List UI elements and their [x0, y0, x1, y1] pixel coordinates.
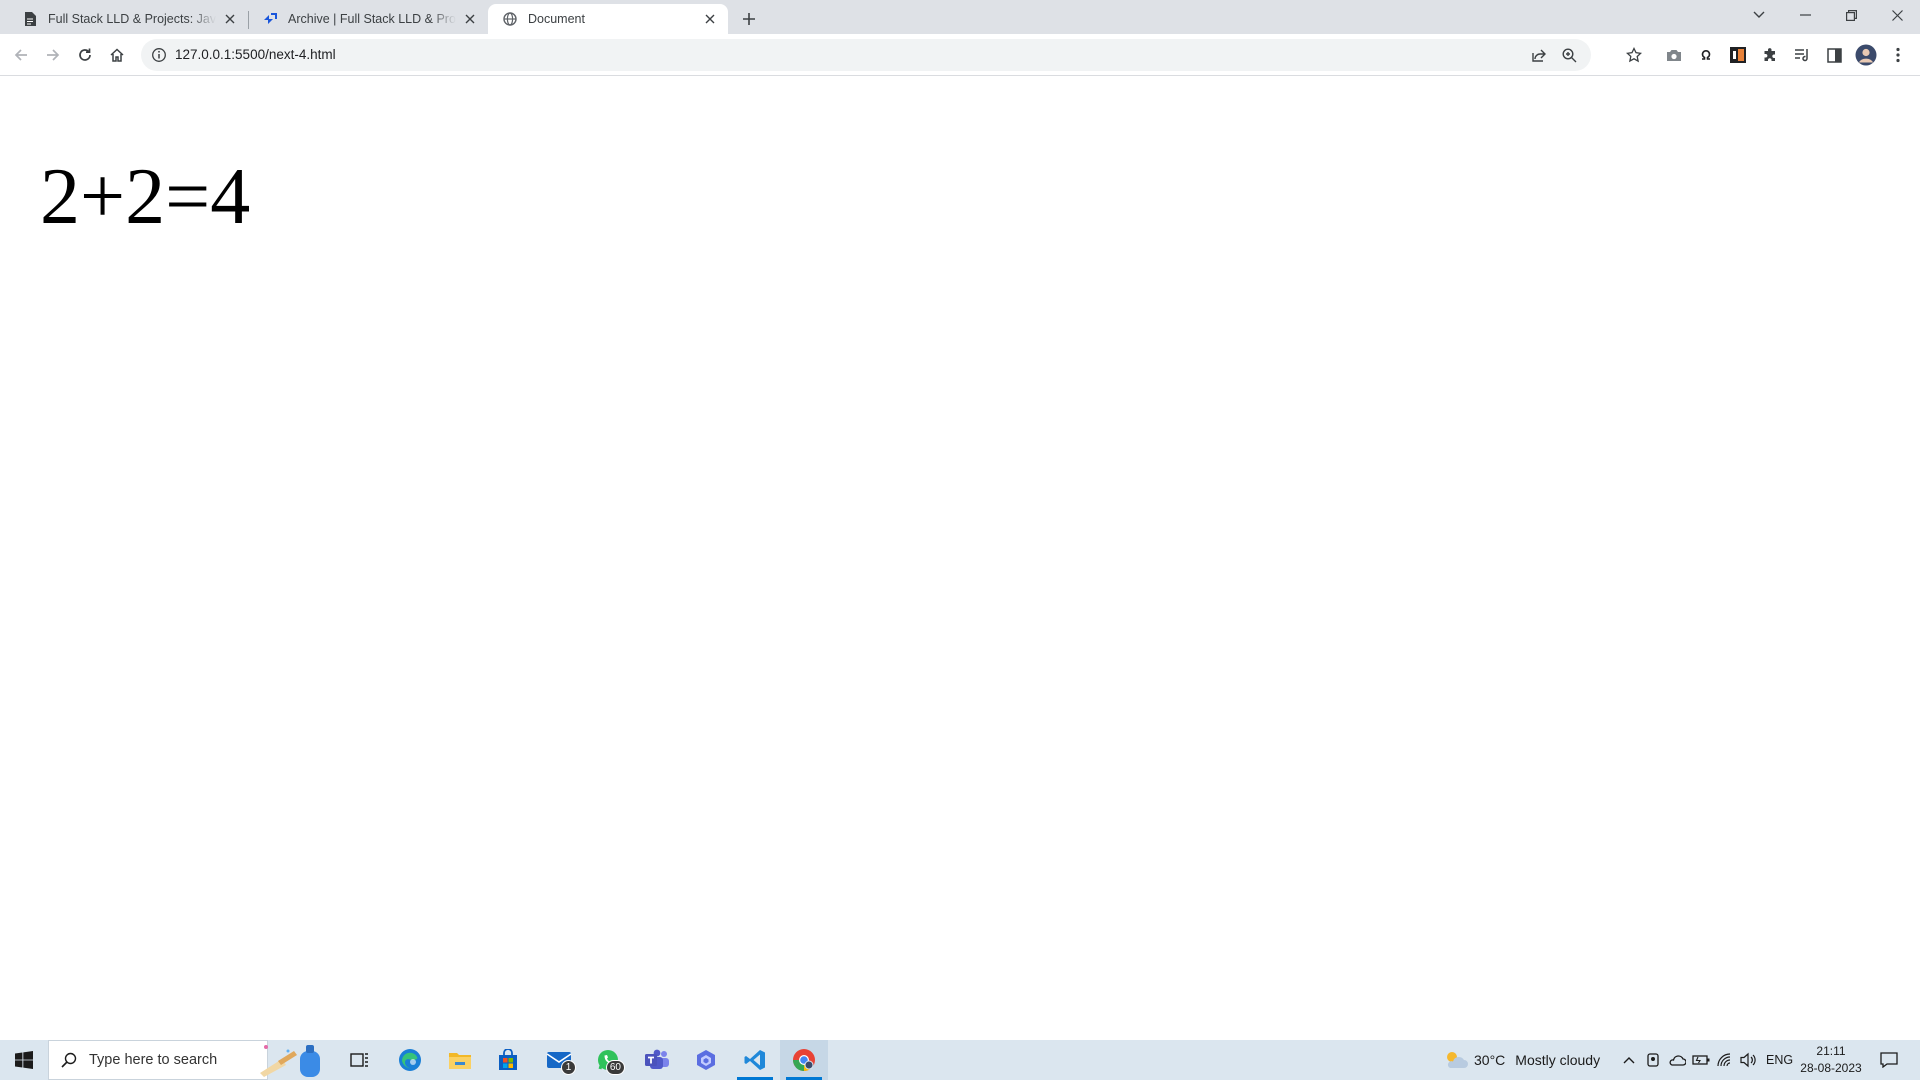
zoom-icon[interactable]: [1559, 45, 1579, 65]
side-panel-icon[interactable]: [1823, 44, 1845, 66]
search-placeholder: Type here to search: [89, 1052, 218, 1068]
mail-app-icon[interactable]: 1: [535, 1040, 583, 1080]
taskbar-clock[interactable]: 21:11 28-08-2023: [1796, 1043, 1866, 1077]
weather-description: Mostly cloudy: [1515, 1052, 1601, 1068]
profile-avatar[interactable]: [1855, 44, 1877, 66]
bookmark-star-icon[interactable]: [1623, 44, 1645, 66]
weather-widget[interactable]: 30°C Mostly cloudy: [1474, 1040, 1600, 1080]
chrome-taskbar-icon[interactable]: [780, 1040, 828, 1080]
clock-time: 21:11: [1816, 1044, 1846, 1058]
clock-date: 28-08-2023: [1800, 1061, 1862, 1075]
browser-toolbar: 127.0.0.1:5500/next-4.html: [0, 34, 1920, 76]
back-icon[interactable]: [9, 43, 33, 67]
notification-center-icon[interactable]: [1877, 1050, 1901, 1070]
tab-document[interactable]: Document: [488, 4, 728, 34]
forward-icon[interactable]: [41, 43, 65, 67]
close-window-icon[interactable]: [1874, 0, 1920, 30]
minimize-icon[interactable]: [1782, 0, 1828, 30]
globe-icon: [502, 11, 518, 27]
scaler-icon: [262, 11, 278, 27]
volume-icon[interactable]: [1739, 1050, 1759, 1070]
battery-icon[interactable]: [1691, 1050, 1711, 1070]
whatsapp-icon[interactable]: 60: [584, 1040, 632, 1080]
tab-strip: Full Stack LLD & Projects: JavaScript Ar…: [0, 0, 1920, 34]
input-language-indicator[interactable]: ENG: [1766, 1040, 1793, 1080]
page-heading: 2+2=4: [40, 153, 251, 241]
address-bar[interactable]: 127.0.0.1:5500/next-4.html: [141, 39, 1591, 71]
camera-extension-icon[interactable]: [1663, 44, 1685, 66]
whatsapp-badge: 60: [605, 1060, 625, 1075]
chevron-up-icon[interactable]: [1619, 1050, 1639, 1070]
site-info-icon[interactable]: [151, 47, 167, 63]
share-icon[interactable]: [1529, 45, 1549, 65]
wifi-icon[interactable]: [1715, 1050, 1735, 1070]
extension-badge-icon[interactable]: [1727, 44, 1749, 66]
search-highlight-illustration: [258, 1041, 330, 1079]
tab-search-icon[interactable]: [1736, 0, 1782, 30]
page-viewport: 2+2=4: [0, 77, 1920, 1039]
tab-title: Archive | Full Stack LLD & Projects: [288, 12, 456, 26]
file-explorer-icon[interactable]: [436, 1040, 484, 1080]
chrome-menu-icon[interactable]: [1887, 44, 1909, 66]
tab-archive[interactable]: Archive | Full Stack LLD & Projects: [248, 4, 488, 34]
close-tab-icon[interactable]: [462, 11, 478, 27]
microsoft-store-icon[interactable]: [484, 1040, 532, 1080]
weather-temperature: 30°C: [1474, 1052, 1506, 1068]
extensions-puzzle-icon[interactable]: [1759, 44, 1781, 66]
document-icon: [22, 11, 38, 27]
windows-start-icon[interactable]: [0, 1040, 48, 1080]
onedrive-cloud-icon[interactable]: [1667, 1050, 1687, 1070]
media-control-icon[interactable]: [1791, 44, 1813, 66]
edge-browser-icon[interactable]: [386, 1040, 434, 1080]
vscode-icon[interactable]: [731, 1040, 779, 1080]
taskbar-search-box[interactable]: Type here to search: [48, 1040, 268, 1080]
task-view-icon[interactable]: [336, 1040, 384, 1080]
close-tab-icon[interactable]: [222, 11, 238, 27]
restore-icon[interactable]: [1828, 0, 1874, 30]
new-tab-button[interactable]: [736, 6, 762, 32]
home-icon[interactable]: [105, 43, 129, 67]
url-text: 127.0.0.1:5500/next-4.html: [175, 47, 336, 62]
weather-cloud-icon[interactable]: [1443, 1050, 1469, 1070]
close-tab-icon[interactable]: [702, 11, 718, 27]
tab-title: Document: [528, 12, 585, 26]
meet-now-icon[interactable]: [1643, 1050, 1663, 1070]
mail-badge: 1: [561, 1060, 576, 1075]
copilot-app-icon[interactable]: [682, 1040, 730, 1080]
search-icon: [49, 1052, 89, 1068]
tab-fullstack-javascript[interactable]: Full Stack LLD & Projects: JavaScript: [8, 4, 248, 34]
omega-extension-icon[interactable]: [1695, 44, 1717, 66]
teams-icon[interactable]: [633, 1040, 681, 1080]
reload-icon[interactable]: [73, 43, 97, 67]
tab-title: Full Stack LLD & Projects: JavaScript: [48, 12, 216, 26]
windows-taskbar: Type here to search 1 60 30°C Mostly clo…: [0, 1040, 1920, 1080]
